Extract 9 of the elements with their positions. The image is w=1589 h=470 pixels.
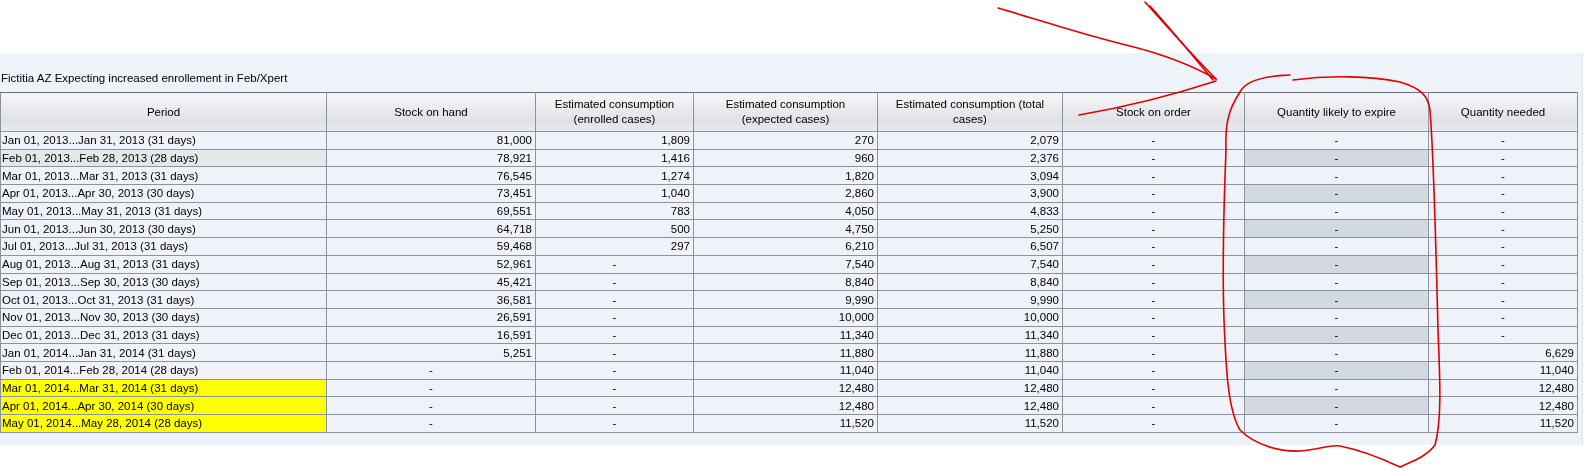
column-header[interactable]: Quantity likely to expire bbox=[1244, 92, 1429, 132]
column-header[interactable]: Period bbox=[0, 92, 327, 132]
column-header[interactable]: Stock on hand bbox=[326, 92, 536, 132]
column-header[interactable]: Estimated consumption (expected cases) bbox=[693, 92, 878, 132]
column-header[interactable]: Estimated consumption (enrolled cases) bbox=[535, 92, 694, 132]
report-title: Fictitia AZ Expecting increased enrollement in Feb/Xpert bbox=[0, 71, 289, 86]
column-header[interactable]: Quantity needed bbox=[1428, 92, 1578, 132]
column-header[interactable]: Estimated consumption (total cases) bbox=[877, 92, 1063, 132]
column-header[interactable]: Stock on order bbox=[1062, 92, 1245, 132]
